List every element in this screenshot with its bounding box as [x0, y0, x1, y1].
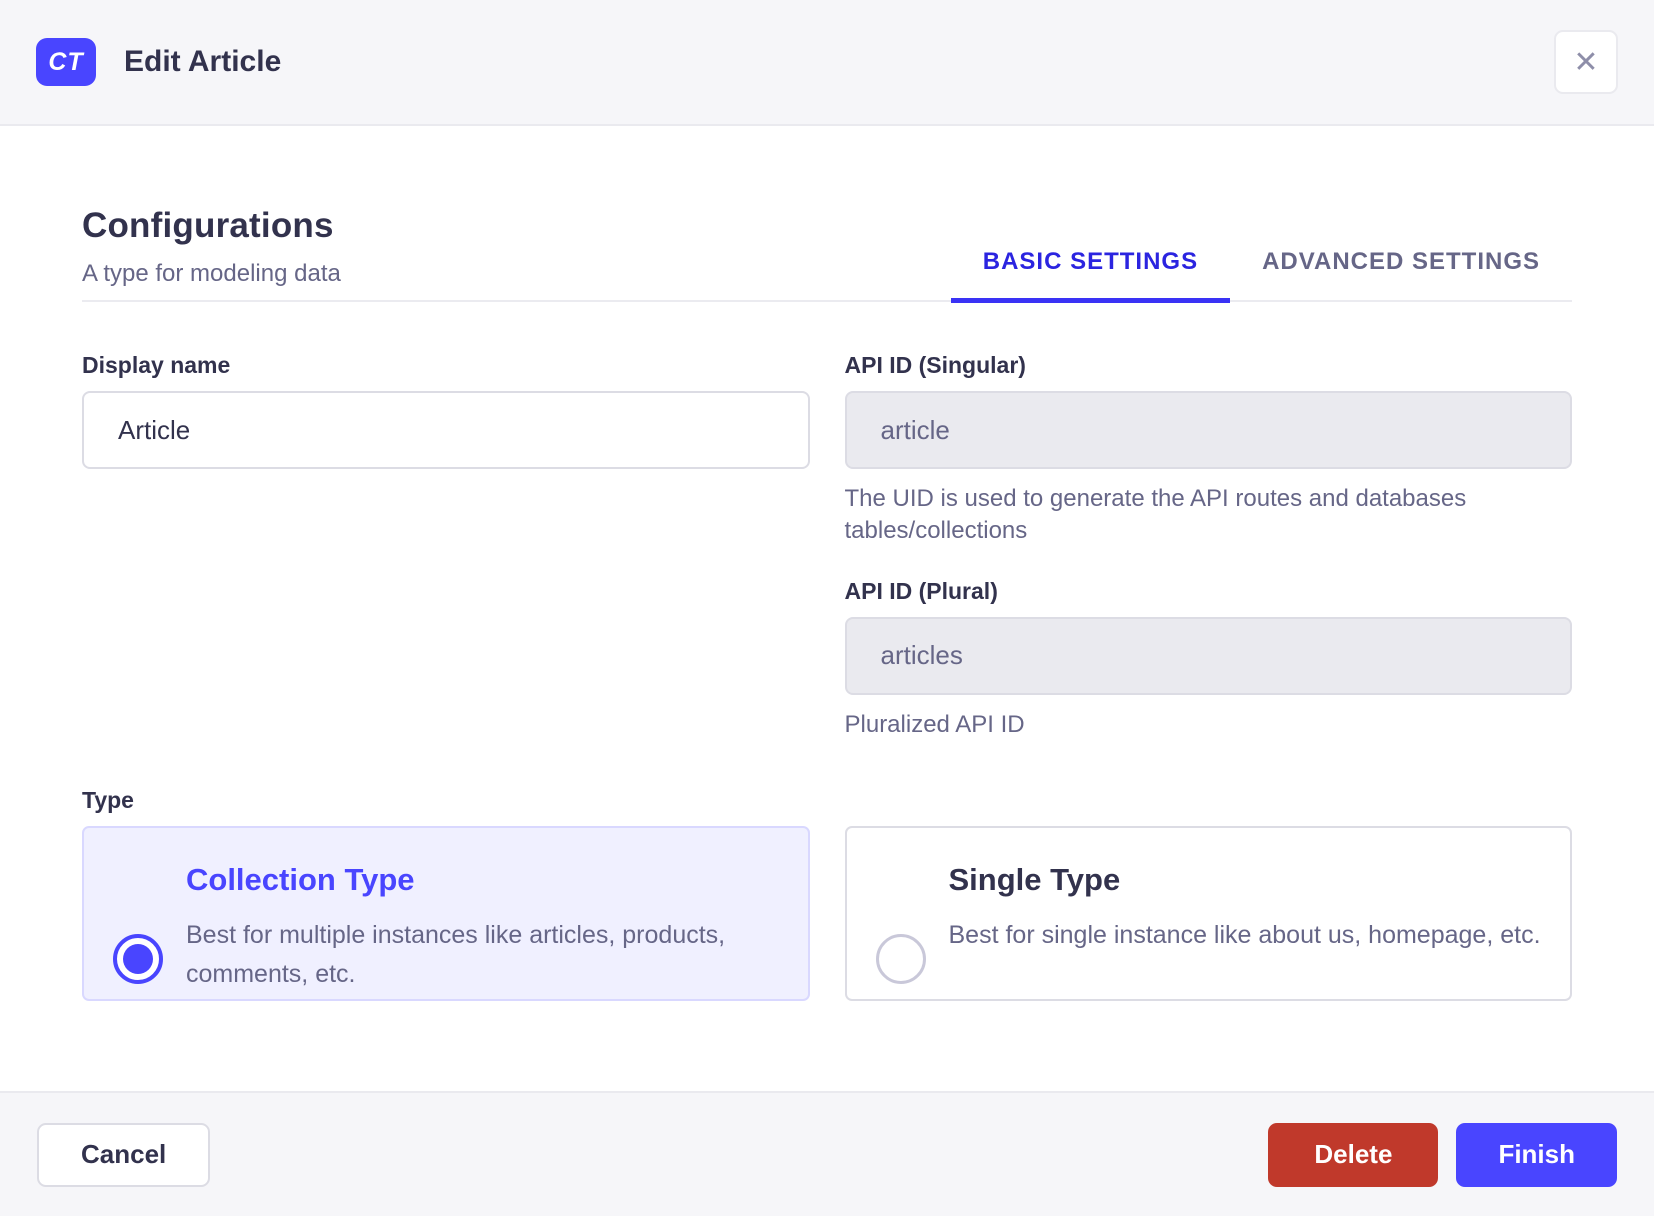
config-titles: Configurations A type for modeling data [82, 206, 951, 300]
page-subtitle: A type for modeling data [82, 260, 341, 287]
form-column-right: API ID (Singular) The UID is used to gen… [844, 352, 1572, 741]
api-id-singular-hint: The UID is used to generate the API rout… [844, 485, 1467, 545]
cancel-button[interactable]: Cancel [37, 1122, 211, 1187]
radio-dot [886, 944, 916, 974]
api-id-singular-field: API ID (Singular) The UID is used to gen… [844, 352, 1572, 548]
radio-dot [123, 944, 153, 975]
single-type-title: Single Type [948, 862, 1121, 898]
api-id-plural-label: API ID (Plural) [844, 577, 998, 604]
modal-footer: Cancel Delete Finish [0, 1091, 1654, 1216]
modal-title: Edit Article [124, 45, 282, 78]
type-cards: Collection Type Best for multiple instan… [82, 826, 1572, 1002]
config-header: Configurations A type for modeling data … [82, 206, 1572, 303]
modal-header: CT Edit Article ✕ [0, 0, 1654, 126]
finish-button[interactable]: Finish [1456, 1122, 1617, 1187]
tab-advanced-settings[interactable]: ADVANCED SETTINGS [1230, 248, 1572, 303]
api-id-plural-field: API ID (Plural) Pluralized API ID [844, 577, 1572, 741]
single-type-card[interactable]: Single Type Best for single instance lik… [844, 826, 1572, 1002]
collection-type-card[interactable]: Collection Type Best for multiple instan… [82, 826, 810, 1002]
collection-type-radio[interactable] [113, 934, 163, 985]
close-icon: ✕ [1573, 45, 1599, 79]
content-type-badge-icon: CT [36, 38, 96, 86]
form-column-left: Display name [82, 352, 810, 741]
display-name-label: Display name [82, 352, 231, 378]
configuration-form: Display name API ID (Singular) The UID i… [82, 352, 1572, 741]
api-id-plural-input [844, 616, 1572, 695]
settings-tabs: BASIC SETTINGS ADVANCED SETTINGS [950, 248, 1572, 303]
display-name-input[interactable] [82, 391, 810, 469]
collection-type-description: Best for multiple instances like article… [186, 921, 726, 988]
footer-actions: Delete Finish [1268, 1122, 1617, 1187]
page-title: Configurations [82, 206, 334, 245]
collection-type-title: Collection Type [186, 862, 415, 898]
delete-button[interactable]: Delete [1268, 1122, 1439, 1187]
api-id-singular-label: API ID (Singular) [844, 352, 1026, 378]
single-type-radio[interactable] [875, 934, 926, 985]
close-button[interactable]: ✕ [1554, 30, 1618, 94]
type-label: Type [82, 787, 134, 814]
display-name-field: Display name [82, 352, 810, 469]
api-id-plural-hint: Pluralized API ID [844, 710, 1025, 738]
type-section: Type Collection Type Best for multiple i… [82, 787, 1572, 1002]
single-type-description: Best for single instance like about us, … [948, 921, 1541, 950]
tab-basic-settings[interactable]: BASIC SETTINGS [950, 248, 1231, 303]
modal-body: Configurations A type for modeling data … [0, 126, 1654, 1091]
api-id-singular-input [844, 391, 1572, 469]
